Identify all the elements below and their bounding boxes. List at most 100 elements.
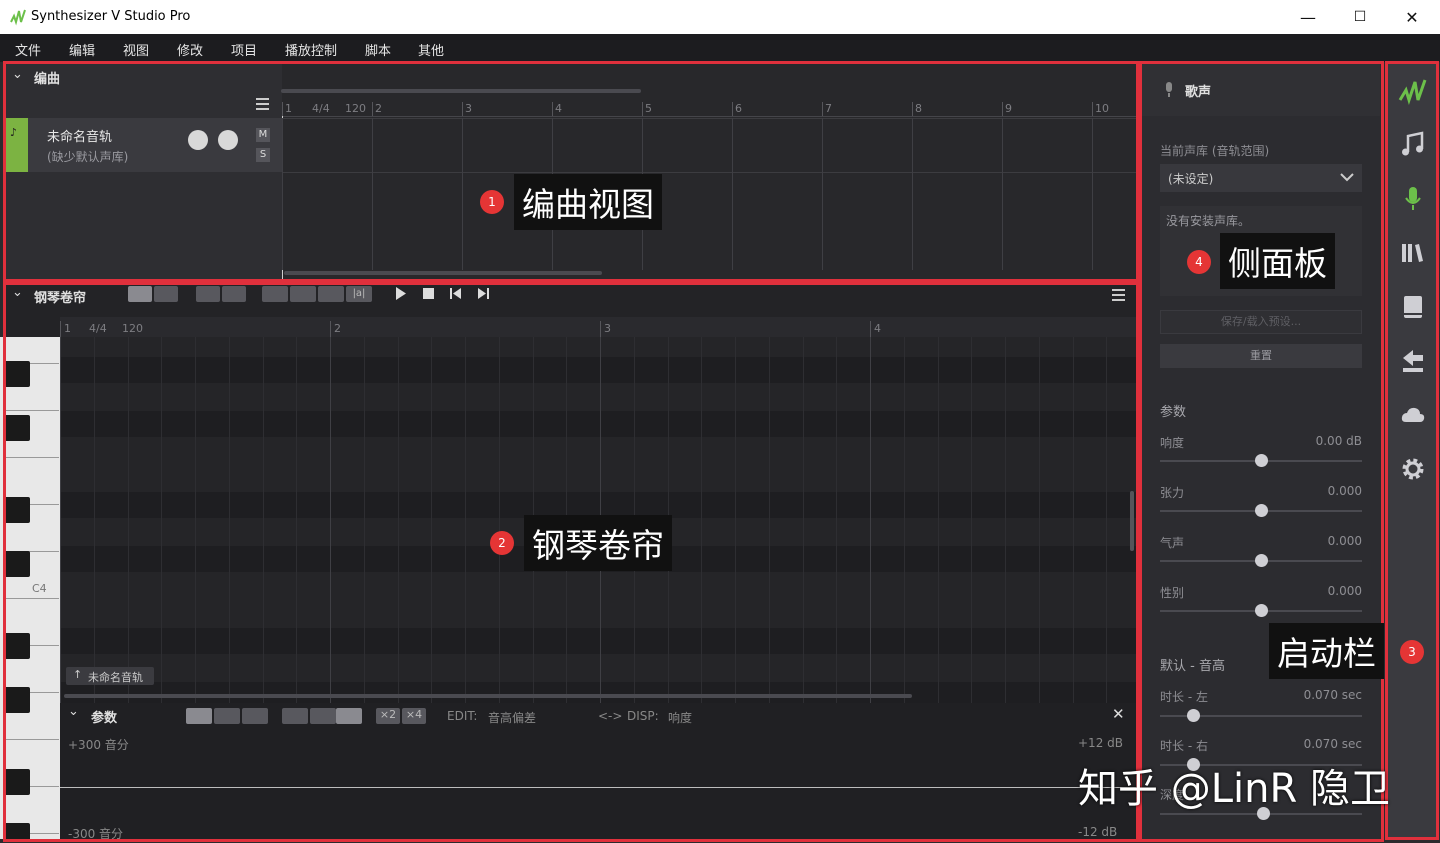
ruler-measure-label: 3 [465,102,472,115]
arrangement-grid-mid [282,172,1137,173]
params-smooth-tool[interactable] [282,708,308,724]
edit-param-select[interactable]: 音高偏差 [488,709,536,726]
voicebank-label: 当前声库 (音轨范围) [1160,144,1270,158]
param-slider-knob[interactable] [1255,454,1268,467]
settings-gear-icon[interactable] [1398,454,1428,484]
title-bar: Synthesizer V Studio Pro — ☐ ✕ [0,0,1440,34]
pitch-slider-knob[interactable] [1187,709,1200,722]
microphone-icon[interactable] [1398,184,1428,214]
close-params-button[interactable]: ✕ [1112,705,1125,723]
menu-other[interactable]: 其他 [418,40,444,59]
reset-button[interactable]: 重置 [1160,344,1362,368]
menu-view[interactable]: 视图 [123,40,149,59]
params-pen-tool[interactable] [214,708,240,724]
arrangement-h-scrollbar-top[interactable] [281,89,641,93]
piano-keyboard[interactable] [0,337,60,839]
grid-beat-line [228,337,230,703]
waveform-toggle[interactable] [318,286,344,302]
skip-back-icon[interactable] [450,288,462,300]
params-top-left-label: +300 音分 [68,738,129,752]
disp-param-select[interactable]: 响度 [668,709,692,726]
grid-beat-line [1106,337,1108,703]
disp-label: DISP: [627,709,659,723]
params-bell-tool[interactable] [336,708,362,724]
params-ramp-tool[interactable] [310,708,336,724]
voice-icon: ♪ [10,126,18,139]
ruler-measure-label: 5 [645,102,652,115]
pen-tool-button[interactable] [154,286,178,302]
grid-beat-line [1005,337,1006,703]
ruler-tick [60,321,61,337]
piano-white-key[interactable] [4,337,59,364]
pianoroll-v-scrollbar[interactable] [1130,491,1134,551]
piano-black-key[interactable] [4,497,30,523]
close-window-button[interactable]: ✕ [1386,0,1438,34]
ruler-measure-label: 1 [64,322,71,335]
lyrics-toggle[interactable]: |a| [346,286,372,302]
track-row[interactable]: ♪ 未命名音轨 (缺少默认声库) M S [6,118,282,172]
render-icon[interactable] [1398,346,1428,376]
collapse-params-icon[interactable]: ⌄ [68,704,79,719]
params-select-tool[interactable] [186,708,212,724]
collapse-arrangement-icon[interactable]: ⌄ [12,67,23,82]
pianoroll-menu-icon[interactable] [1112,289,1125,301]
params-line-tool[interactable] [242,708,268,724]
piano-black-key[interactable] [4,633,30,659]
params-title: 参数 [91,711,118,726]
save-load-preset-button[interactable]: 保存/载入预设... [1160,310,1362,334]
select-tool-button[interactable] [128,286,152,302]
ruler-tick [642,102,643,116]
note-tool-button[interactable] [196,286,220,302]
piano-black-key[interactable] [4,769,30,795]
stop-icon[interactable] [423,288,435,300]
ruler-tick [282,102,283,116]
callout-sidepanel: 侧面板 [1220,233,1335,289]
piano-black-key[interactable] [4,415,30,441]
library-icon[interactable] [1398,238,1428,268]
menu-script[interactable]: 脚本 [365,40,391,59]
track-pan-knob[interactable] [218,130,238,150]
param-slider-knob[interactable] [1255,554,1268,567]
arrangement-menu-icon[interactable] [256,98,270,110]
menu-playback[interactable]: 播放控制 [285,40,337,59]
time-signature-label: 4/4 [89,322,107,335]
vibrato-toggle[interactable] [290,286,316,302]
mute-button[interactable]: M [256,128,270,142]
voicebank-select[interactable]: (未设定) [1160,164,1362,192]
multiplier-2-button[interactable]: ×2 [376,708,400,724]
collapse-pianoroll-icon[interactable]: ⌄ [12,285,23,300]
book-icon[interactable] [1398,292,1428,322]
piano-black-key[interactable] [4,687,30,713]
solo-button[interactable]: S [256,148,270,162]
play-icon[interactable] [395,287,407,300]
menu-edit[interactable]: 编辑 [69,40,95,59]
minimize-button[interactable]: — [1282,0,1334,34]
curve-tool-button[interactable] [222,286,246,302]
music-note-icon[interactable] [1398,130,1428,160]
cloud-icon[interactable] [1398,400,1428,430]
param-slider-knob[interactable] [1255,604,1268,617]
ruler-tick [822,102,823,116]
menu-project[interactable]: 项目 [231,40,257,59]
pitch-curve-toggle[interactable] [262,286,288,302]
pianoroll-h-scrollbar[interactable] [64,694,912,698]
menu-file[interactable]: 文件 [15,40,41,59]
swap-params-button[interactable]: <-> [598,709,622,723]
param-slider-knob[interactable] [1255,504,1268,517]
track-volume-knob[interactable] [188,130,208,150]
params-panel: ⌄ 参数 ×2 ×4 EDIT: 音高偏差 <-> DISP: 响度 ✕ +30… [60,703,1137,841]
synthv-logo-icon[interactable] [1398,76,1428,106]
grid-bar-line [282,118,283,270]
track-name[interactable]: 未命名音轨 [47,126,112,145]
piano-black-key[interactable] [4,823,30,839]
multiplier-4-button[interactable]: ×4 [402,708,426,724]
piano-black-key[interactable] [4,361,30,387]
grid-beat-line [60,337,61,703]
c4-label: C4 [32,582,47,595]
menu-modify[interactable]: 修改 [177,40,203,59]
callout-pianoroll: 钢琴卷帘 [524,515,672,571]
arrangement-h-scrollbar[interactable] [284,271,602,275]
skip-forward-icon[interactable] [478,288,490,300]
piano-black-key[interactable] [4,551,30,577]
maximize-button[interactable]: ☐ [1334,0,1386,34]
